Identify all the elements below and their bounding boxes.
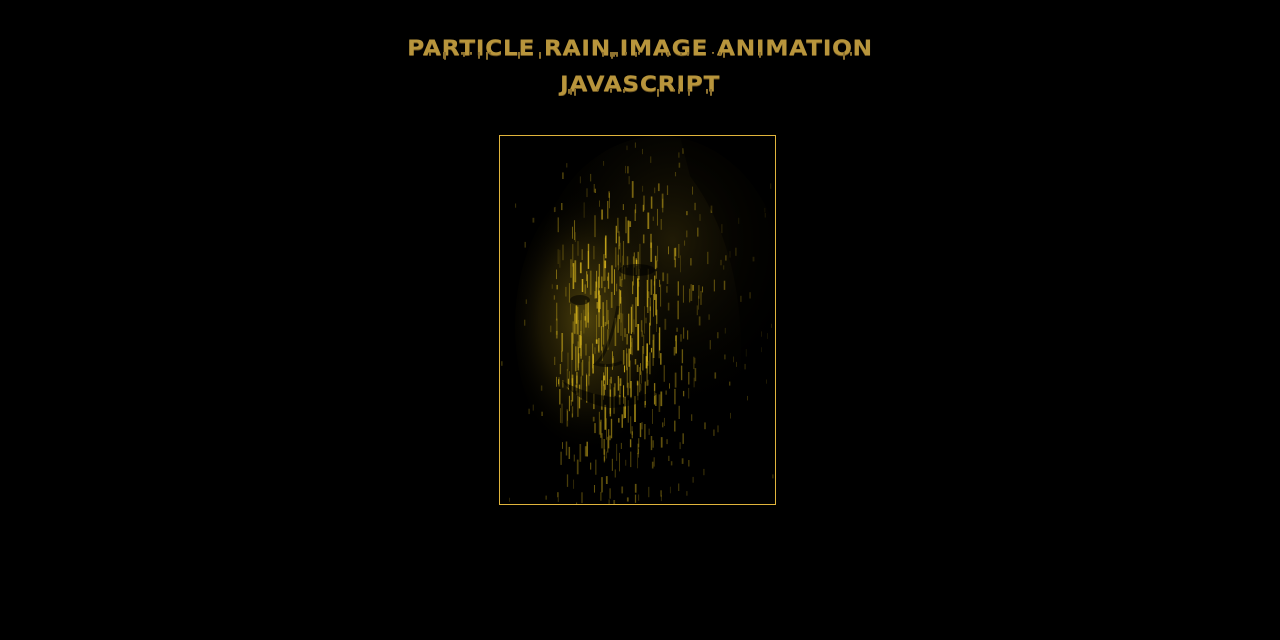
title-block: PARTICLE RAIN IMAGE ANIMATION JAVASCRIPT (0, 30, 1280, 102)
particle-rain-portrait (500, 136, 775, 504)
page-title-line-1: PARTICLE RAIN IMAGE ANIMATION (407, 36, 873, 60)
particle-canvas (499, 135, 776, 505)
face-glow (515, 176, 705, 476)
page-title-line-2: JAVASCRIPT (559, 72, 721, 96)
page: PARTICLE RAIN IMAGE ANIMATION JAVASCRIPT (0, 0, 1280, 640)
